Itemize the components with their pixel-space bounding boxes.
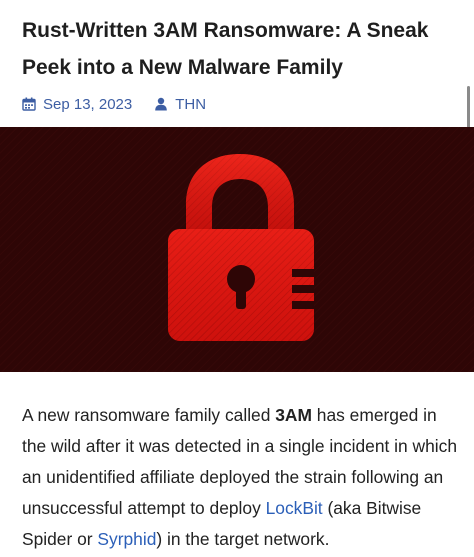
- hero-image: [0, 127, 474, 372]
- author-name[interactable]: THN: [175, 96, 206, 113]
- article-paragraph: A new ransomware family called 3AM has e…: [22, 400, 462, 555]
- scrollbar-thumb[interactable]: [467, 86, 470, 130]
- paragraph-text: A new ransomware family called: [22, 405, 276, 425]
- article-title: Rust-Written 3AM Ransomware: A Sneak Peek…: [22, 12, 462, 86]
- article-meta: Sep 13, 2023 THN: [22, 94, 206, 114]
- bold-term-3am: 3AM: [275, 405, 312, 425]
- user-icon: [154, 97, 168, 111]
- paragraph-text: ) in the target network.: [156, 529, 330, 549]
- article-title-line2: Peek into a New Malware Family: [22, 56, 343, 79]
- syrphid-link[interactable]: Syrphid: [97, 529, 156, 549]
- publish-date: Sep 13, 2023: [43, 95, 133, 113]
- padlock-icon: [0, 127, 474, 372]
- lockbit-link[interactable]: LockBit: [266, 498, 323, 518]
- calendar-icon: [22, 97, 36, 111]
- article-title-line1: Rust-Written 3AM Ransomware: A Sneak: [22, 19, 429, 42]
